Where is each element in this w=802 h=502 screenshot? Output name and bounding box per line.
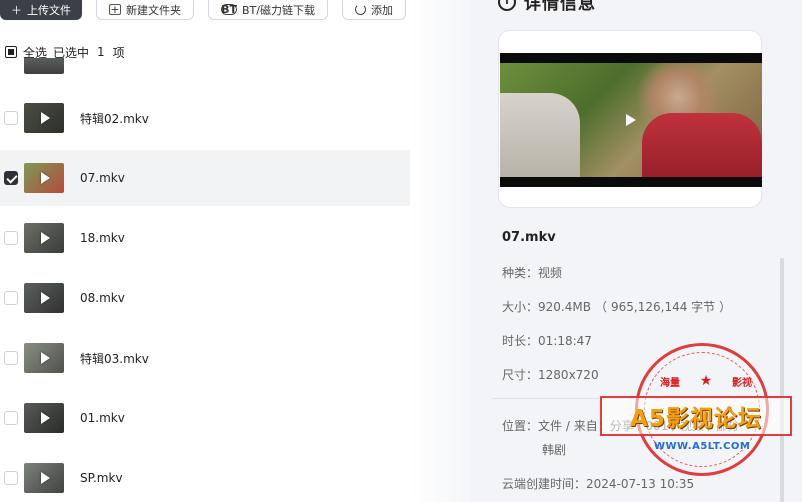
panel-header: i 详情信息 (498, 0, 596, 14)
detail-duration: 时长：01:18:47 (502, 332, 592, 349)
location-value[interactable]: 文件 / 来自：分享 / 001 / 视频 / 部分 (538, 419, 740, 433)
detail-size: 大小：920.4MB （ 965,126,144 字节） (502, 298, 735, 315)
play-icon (40, 352, 50, 364)
file-row[interactable]: 08.mkv (0, 270, 410, 326)
detail-location: 位置：文件 / 来自：分享 / 001 / 视频 / 部分 (502, 417, 740, 434)
size-value: 920.4MB (538, 300, 591, 314)
video-thumbnail[interactable] (24, 403, 64, 433)
play-icon (40, 232, 50, 244)
row-checkbox[interactable] (4, 291, 18, 305)
file-row[interactable]: 01.mkv (0, 390, 410, 446)
row-checkbox[interactable] (4, 111, 18, 125)
file-name[interactable]: 特辑03.mkv (80, 350, 149, 367)
select-all-checkbox[interactable] (5, 46, 17, 58)
detail-dimension: 尺寸：1280x720 (502, 366, 599, 383)
paren-open: （ (594, 300, 607, 314)
video-thumbnail[interactable] (24, 283, 64, 313)
dimension-label: 尺寸 (502, 368, 527, 382)
row-checkbox[interactable] (4, 471, 18, 485)
bt-download-button[interactable]: BT BT/磁力链下载 (208, 0, 328, 20)
file-row[interactable]: 特辑03.mkv (0, 330, 410, 386)
colon: ： (574, 477, 587, 491)
colon: ： (526, 334, 539, 348)
location-cont[interactable]: 韩剧 (542, 443, 566, 457)
row-checkbox[interactable] (4, 411, 18, 425)
video-thumbnail[interactable] (24, 343, 64, 373)
panel-scrollbar[interactable] (780, 258, 784, 502)
toolbar: ＋ 上传文件 + 新建文件夹 BT BT/磁力链下载 添加 (0, 0, 470, 22)
upload-label: 上传文件 (27, 3, 71, 17)
info-icon: i (498, 0, 516, 11)
play-icon (40, 172, 50, 184)
row-checkbox[interactable] (4, 351, 18, 365)
file-name[interactable]: SP.mkv (80, 471, 123, 485)
play-icon (40, 292, 50, 304)
detail-created: 云端创建时间：2024-07-13 10:35 (502, 475, 694, 492)
preview-card[interactable] (498, 30, 762, 208)
panel-shadow (410, 0, 470, 502)
type-label: 种类 (502, 266, 527, 280)
video-thumbnail[interactable] (24, 103, 64, 133)
file-name[interactable]: 18.mkv (80, 231, 125, 245)
bt-download-label: BT/磁力链下载 (242, 3, 315, 17)
video-thumbnail[interactable] (24, 463, 64, 493)
upload-button[interactable]: ＋ 上传文件 (0, 0, 82, 20)
paren-close: ） (719, 300, 732, 314)
detail-file-name: 07.mkv (502, 230, 556, 245)
colon: ： (526, 266, 539, 280)
detail-type: 种类：视频 (502, 264, 562, 281)
colon: ： (526, 300, 539, 314)
duration-value: 01:18:47 (538, 334, 592, 348)
video-preview[interactable] (500, 53, 762, 187)
play-icon[interactable] (626, 114, 636, 126)
file-list: 特辑02.mkv 07.mkv 18.mkv 08.mkv 特辑03.mkv 01.mkv… (0, 58, 410, 502)
add-label: 添加 (370, 3, 393, 17)
file-name[interactable]: 07.mkv (80, 171, 125, 185)
colon: ： (526, 368, 539, 382)
file-name[interactable]: 特辑02.mkv (80, 110, 149, 127)
row-checkbox[interactable] (4, 171, 18, 185)
video-figure-left (500, 93, 580, 177)
file-row[interactable]: 18.mkv (0, 210, 410, 266)
new-folder-button[interactable]: + 新建文件夹 (96, 0, 194, 20)
play-icon (40, 112, 50, 124)
size-bytes: 965,126,144 字节 (611, 300, 716, 314)
size-label: 大小 (502, 300, 527, 314)
divider (492, 398, 784, 399)
created-label: 云端创建时间 (502, 477, 575, 491)
created-value: 2024-07-13 10:35 (586, 477, 695, 491)
detail-location-cont: 韩剧 (542, 441, 566, 458)
duration-label: 时长 (502, 334, 527, 348)
detail-panel: i 详情信息 07.mkv 种类：视频 大小：920.4MB （965,126,1… (470, 0, 802, 502)
new-folder-icon: + (109, 3, 121, 16)
file-row[interactable]: SP.mkv (0, 450, 410, 502)
play-icon (40, 412, 50, 424)
file-name[interactable]: 01.mkv (80, 411, 125, 425)
file-row[interactable]: 特辑02.mkv (0, 90, 410, 146)
bt-icon: BT (221, 2, 237, 16)
video-figure-right (642, 113, 762, 177)
panel-title: 详情信息 (524, 0, 596, 14)
add-button[interactable]: 添加 (341, 0, 406, 20)
partial-thumbnail (24, 58, 64, 74)
file-name[interactable]: 08.mkv (80, 291, 125, 305)
new-folder-label: 新建文件夹 (126, 3, 181, 17)
play-icon (40, 472, 50, 484)
location-label: 位置 (502, 419, 527, 433)
video-thumbnail[interactable] (24, 223, 64, 253)
colon: ： (526, 419, 539, 433)
row-checkbox[interactable] (4, 231, 18, 245)
dimension-value: 1280x720 (538, 368, 599, 382)
type-value: 视频 (538, 266, 563, 280)
refresh-icon (354, 4, 366, 15)
selected-count: 1 (97, 45, 105, 59)
plus-icon: ＋ (11, 3, 22, 17)
video-thumbnail[interactable] (24, 163, 64, 193)
file-row[interactable]: 07.mkv (0, 150, 410, 206)
